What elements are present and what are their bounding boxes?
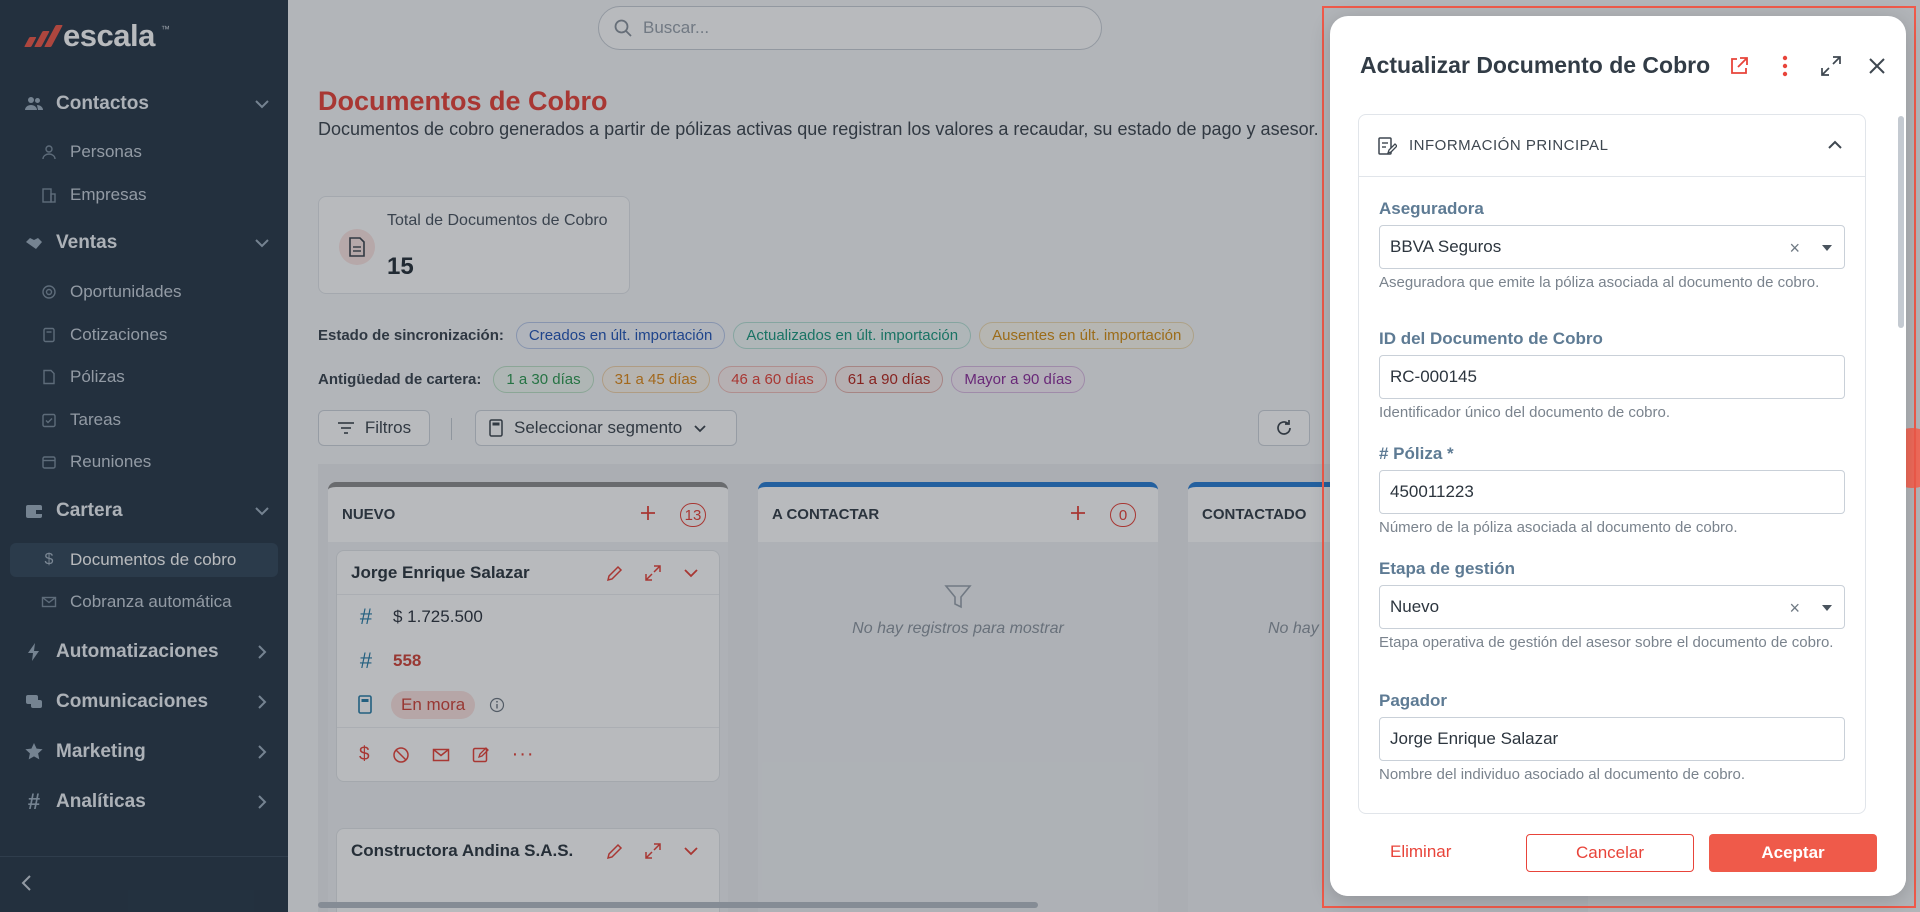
field-help: Etapa operativa de gestión del asesor so…: [1379, 634, 1834, 651]
etapa-gestion-select[interactable]: Nuevo ×: [1379, 585, 1845, 629]
clear-icon[interactable]: ×: [1789, 598, 1800, 619]
field-help: Número de la póliza asociada al document…: [1379, 519, 1738, 536]
poliza-input[interactable]: 450011223: [1379, 470, 1845, 514]
maximize-icon[interactable]: [1817, 52, 1845, 80]
modal-scrollbar[interactable]: [1898, 116, 1904, 328]
pagador-input[interactable]: Jorge Enrique Salazar: [1379, 717, 1845, 761]
field-poliza: # Póliza * 450011223 Número de la póliza…: [1379, 444, 1845, 535]
field-label: # Póliza *: [1379, 444, 1454, 463]
clear-icon[interactable]: ×: [1789, 238, 1800, 259]
field-value: BBVA Seguros: [1390, 237, 1502, 256]
chevron-up-icon[interactable]: [1825, 135, 1845, 155]
section-informacion-principal: INFORMACIÓN PRINCIPAL Aseguradora BBVA S…: [1358, 114, 1866, 814]
field-label: ID del Documento de Cobro: [1379, 329, 1603, 348]
field-label: Aseguradora: [1379, 199, 1484, 218]
modal-title: Actualizar Documento de Cobro: [1360, 52, 1711, 78]
section-title: INFORMACIÓN PRINCIPAL: [1409, 137, 1609, 154]
aseguradora-select[interactable]: BBVA Seguros ×: [1379, 225, 1845, 269]
section-header[interactable]: INFORMACIÓN PRINCIPAL: [1359, 115, 1865, 177]
field-aseguradora: Aseguradora BBVA Seguros × Aseguradora q…: [1379, 199, 1845, 290]
field-label: Etapa de gestión: [1379, 559, 1516, 578]
field-help: Nombre del individuo asociado al documen…: [1379, 766, 1746, 783]
field-value: 450011223: [1390, 482, 1474, 501]
close-icon[interactable]: [1863, 52, 1891, 80]
accept-button[interactable]: Aceptar: [1709, 834, 1877, 872]
cancel-button[interactable]: Cancelar: [1526, 834, 1694, 872]
field-label: Pagador: [1379, 691, 1448, 710]
field-id-documento: ID del Documento de Cobro RC-000145 Iden…: [1379, 329, 1845, 420]
open-external-icon[interactable]: [1725, 52, 1753, 80]
field-value: RC-000145: [1390, 367, 1477, 386]
caret-down-icon[interactable]: [1822, 605, 1832, 611]
id-documento-input[interactable]: RC-000145: [1379, 355, 1845, 399]
delete-button[interactable]: Eliminar: [1390, 842, 1451, 862]
more-vertical-icon[interactable]: [1771, 52, 1799, 80]
field-pagador: Pagador Jorge Enrique Salazar Nombre del…: [1379, 691, 1845, 782]
field-help: Identificador único del documento de cob…: [1379, 404, 1671, 421]
field-value: Jorge Enrique Salazar: [1390, 729, 1559, 748]
caret-down-icon[interactable]: [1822, 245, 1832, 251]
update-document-modal: Actualizar Documento de Cobro INFORMACIÓ…: [1330, 16, 1906, 896]
modal-footer: Eliminar Cancelar Aceptar: [1330, 816, 1906, 896]
modal-header-actions: [1725, 52, 1891, 80]
field-etapa-gestion: Etapa de gestión Nuevo × Etapa operativa…: [1379, 559, 1845, 650]
form-edit-icon: [1378, 136, 1397, 155]
field-help: Aseguradora que emite la póliza asociada…: [1379, 274, 1820, 291]
field-value: Nuevo: [1390, 597, 1440, 616]
